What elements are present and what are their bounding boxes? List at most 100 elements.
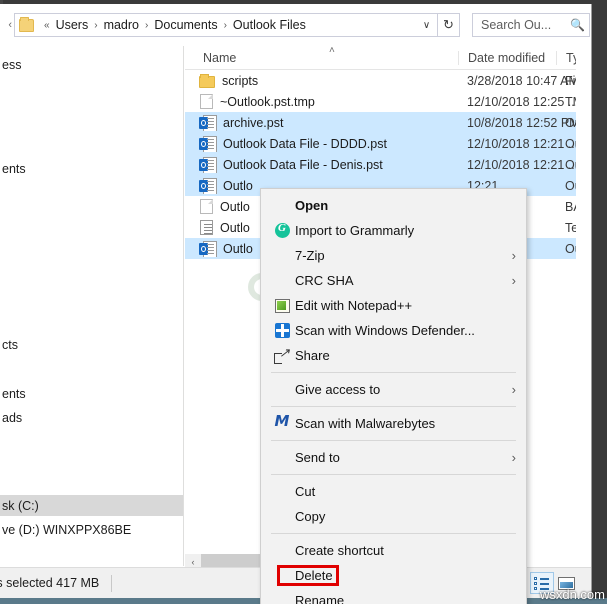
breadcrumb-separator: › bbox=[223, 19, 227, 31]
menu-item-label: Rename bbox=[295, 593, 345, 604]
no-icon bbox=[269, 507, 295, 527]
menu-item-scan-with-windows-defender[interactable]: Scan with Windows Defender... bbox=[261, 318, 526, 343]
breadcrumb-prefix: « bbox=[44, 19, 50, 31]
menu-item-label: Send to bbox=[295, 450, 340, 465]
status-divider bbox=[111, 574, 113, 592]
folder-icon bbox=[19, 16, 34, 32]
table-row[interactable]: scripts 3/28/2018 10:47 AM Fil bbox=[185, 70, 591, 91]
sidebar-item-local-disk-c[interactable]: sk (C:) bbox=[0, 495, 183, 516]
sidebar-item-label: cts bbox=[2, 337, 18, 352]
chevron-down-icon[interactable]: ∨ bbox=[418, 20, 435, 31]
menu-item-7-zip[interactable]: 7-Zip › bbox=[261, 243, 526, 268]
sidebar-item-label: ents bbox=[2, 161, 26, 176]
menu-item-delete[interactable]: Delete bbox=[261, 563, 526, 588]
menu-item-share[interactable]: Share bbox=[261, 343, 526, 368]
sidebar-item-downloads[interactable]: ads bbox=[0, 407, 183, 428]
sidebar-item-label: ents bbox=[2, 386, 26, 401]
table-row[interactable]: ~Outlook.pst.tmp 12/10/2018 12:25 ... TM bbox=[185, 91, 591, 112]
column-header-date-modified[interactable]: Date modified bbox=[458, 50, 556, 65]
menu-item-import-to-grammarly[interactable]: Import to Grammarly bbox=[261, 218, 526, 243]
file-name-label: Outlo bbox=[223, 178, 253, 193]
file-date-cell: 12/10/2018 12:21 ... bbox=[467, 136, 579, 151]
menu-item-label: Import to Grammarly bbox=[295, 223, 415, 238]
no-icon bbox=[269, 482, 295, 502]
table-row[interactable]: archive.pst 10/8/2018 12:52 PM Ou bbox=[185, 112, 591, 133]
refresh-icon[interactable]: ↻ bbox=[438, 13, 460, 37]
table-row[interactable]: Outlook Data File - Denis.pst 12/10/2018… bbox=[185, 154, 591, 175]
no-icon bbox=[269, 196, 295, 216]
file-date-cell: 12/10/2018 12:21 ... bbox=[467, 157, 579, 172]
menu-item-send-to[interactable]: Send to › bbox=[261, 445, 526, 470]
menu-item-label: Give access to bbox=[295, 382, 381, 397]
chevron-right-icon: › bbox=[511, 382, 516, 397]
breadcrumb-item-madro[interactable]: madro bbox=[103, 18, 140, 32]
file-date-cell: 12/10/2018 12:25 ... bbox=[467, 94, 579, 109]
breadcrumb-item-outlook-files[interactable]: Outlook Files bbox=[232, 18, 307, 32]
address-path-box[interactable]: « Users › madro › Documents › Outlook Fi… bbox=[14, 13, 438, 37]
menu-item-open[interactable]: Open bbox=[261, 193, 526, 218]
blank-file-icon bbox=[200, 199, 213, 214]
chevron-right-icon: › bbox=[511, 248, 516, 263]
sidebar-item-label: ess bbox=[2, 57, 22, 72]
menu-item-edit-with-notepadpp[interactable]: Edit with Notepad++ bbox=[261, 293, 526, 318]
sidebar-item-label: ads bbox=[2, 410, 23, 425]
no-icon bbox=[269, 541, 295, 561]
menu-item-crc-sha[interactable]: CRC SHA › bbox=[261, 268, 526, 293]
outlook-pst-icon bbox=[199, 156, 217, 173]
breadcrumb-separator: › bbox=[145, 19, 149, 31]
menu-item-label: Open bbox=[295, 198, 329, 213]
file-name-label: Outlook Data File - Denis.pst bbox=[223, 157, 383, 172]
menu-item-rename[interactable]: Rename bbox=[261, 588, 526, 604]
menu-item-label: Scan with Malwarebytes bbox=[295, 416, 436, 431]
column-header-name-label: Name bbox=[203, 50, 237, 65]
wsxdn-watermark: wsxdn.com bbox=[539, 587, 605, 602]
menu-item-create-shortcut[interactable]: Create shortcut bbox=[261, 538, 526, 563]
file-name-cell: ~Outlook.pst.tmp bbox=[185, 94, 458, 109]
table-row[interactable]: Outlook Data File - DDDD.pst 12/10/2018 … bbox=[185, 133, 591, 154]
vertical-scrollbar[interactable] bbox=[576, 46, 591, 566]
no-icon bbox=[269, 380, 295, 400]
no-icon bbox=[269, 246, 295, 266]
breadcrumb-item-users[interactable]: Users bbox=[55, 18, 90, 32]
sidebar-item-documents-2[interactable]: ents bbox=[0, 383, 183, 404]
menu-item-label: Scan with Windows Defender... bbox=[295, 323, 475, 338]
status-selection-text: ms selected 417 MB bbox=[0, 576, 100, 590]
back-chevron-icon[interactable]: ‹ bbox=[0, 19, 14, 31]
menu-item-label: Cut bbox=[295, 484, 316, 499]
file-name-cell: archive.pst bbox=[185, 114, 458, 131]
file-name-cell: Outlook Data File - DDDD.pst bbox=[185, 135, 458, 152]
outlook-pst-icon bbox=[199, 135, 217, 152]
menu-item-scan-with-malwarebytes[interactable]: Scan with Malwarebytes bbox=[261, 411, 526, 436]
menu-item-cut[interactable]: Cut bbox=[261, 479, 526, 504]
notepadpp-icon bbox=[269, 296, 295, 316]
file-name-label: archive.pst bbox=[223, 115, 284, 130]
address-bar: ‹ « Users › madro › Documents › Outlook … bbox=[0, 8, 591, 42]
windows-defender-icon bbox=[269, 321, 295, 341]
file-name-label: ~Outlook.pst.tmp bbox=[220, 94, 315, 109]
file-name-cell: Outlook Data File - Denis.pst bbox=[185, 156, 458, 173]
text-file-icon bbox=[200, 220, 213, 235]
menu-item-copy[interactable]: Copy bbox=[261, 504, 526, 529]
file-name-label: Outlo bbox=[220, 220, 250, 235]
search-icon: 🔍 bbox=[570, 18, 585, 32]
sidebar-item-quick-access[interactable]: ess bbox=[0, 54, 183, 75]
sidebar-item-drive-d[interactable]: ve (D:) WINXPPX86BE bbox=[0, 519, 183, 540]
breadcrumb-item-documents[interactable]: Documents bbox=[153, 18, 218, 32]
file-date-cell: 10/8/2018 12:52 PM bbox=[467, 115, 580, 130]
column-header-row: Name ˄ Date modified Ty bbox=[185, 46, 591, 70]
menu-item-label: 7-Zip bbox=[295, 248, 325, 263]
sidebar-item-projects[interactable]: cts bbox=[0, 334, 183, 355]
menu-item-label: Edit with Notepad++ bbox=[295, 298, 413, 313]
file-name-label: Outlook Data File - DDDD.pst bbox=[223, 136, 387, 151]
no-icon bbox=[269, 591, 295, 604]
screenshot-root: ‹ « Users › madro › Documents › Outlook … bbox=[0, 0, 607, 604]
search-input[interactable]: Search Ou... 🔍 bbox=[472, 13, 590, 37]
menu-separator bbox=[271, 372, 516, 373]
outlook-pst-icon bbox=[199, 177, 217, 194]
sidebar-item-documents[interactable]: ents bbox=[0, 158, 183, 179]
menu-item-give-access-to[interactable]: Give access to › bbox=[261, 377, 526, 402]
menu-item-label: Share bbox=[295, 348, 330, 363]
sort-ascending-icon: ˄ bbox=[329, 46, 335, 56]
sidebar-item-label: sk (C:) bbox=[2, 498, 39, 513]
column-header-name[interactable]: Name ˄ bbox=[185, 46, 458, 65]
